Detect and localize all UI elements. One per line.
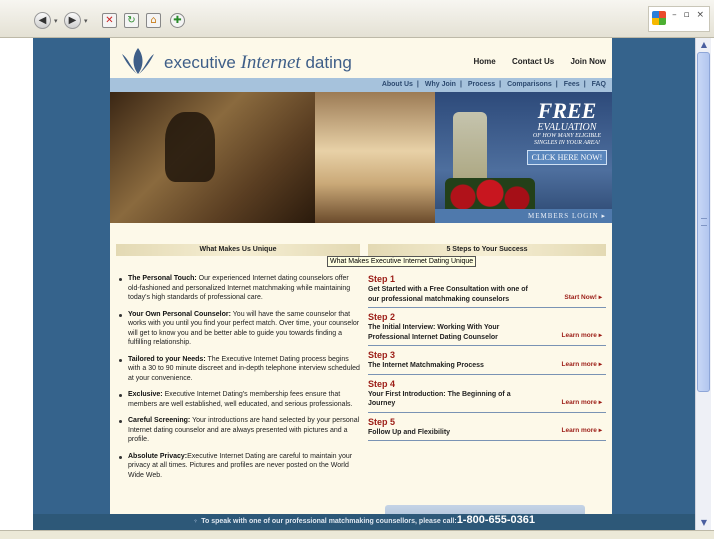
learn-more-link[interactable]: Learn more ▸ (562, 360, 602, 368)
back-dropdown-icon[interactable]: ▾ (54, 17, 58, 25)
item-title: Careful Screening: (128, 417, 191, 424)
home-icon[interactable]: ⌂ (146, 13, 161, 28)
list-item: Tailored to your Needs: The Executive In… (116, 355, 360, 384)
subnav-why-join[interactable]: Why Join (425, 81, 456, 88)
learn-more-link[interactable]: Learn more ▸ (562, 398, 602, 406)
step-2: Step 2 The Initial Interview: Working Wi… (368, 312, 606, 346)
scroll-thumb[interactable] (697, 52, 710, 392)
scroll-down-icon[interactable]: ▼ (696, 516, 712, 530)
nav-contact-link[interactable]: Contact Us (512, 57, 554, 66)
item-body: Executive Internet Dating's membership f… (128, 391, 353, 408)
learn-more-link[interactable]: Learn more ▸ (562, 331, 602, 339)
item-title: Tailored to your Needs: (128, 355, 206, 363)
singles-line: SINGLES IN YOUR AREA! (533, 140, 601, 146)
champagne-glass-icon (453, 112, 487, 182)
nav-join-link[interactable]: Join Now (570, 57, 606, 66)
window-controls: – ▫ × (648, 6, 710, 32)
subnav-faq[interactable]: FAQ (592, 81, 606, 88)
footer-logo-icon: ♆ (193, 518, 199, 525)
step-title: Follow Up and Flexibility (368, 428, 451, 436)
subnav-fees[interactable]: Fees (564, 81, 580, 88)
step-4: Step 4 Your First Introduction: The Begi… (368, 379, 606, 413)
free-evaluation-text: FREE EVALUATION OF HOW MANY ELIGIBLE SIN… (523, 100, 611, 165)
refresh-icon[interactable]: ↻ (124, 13, 139, 28)
step-title: Get Started with a Free Consultation wit… (368, 286, 528, 303)
learn-more-link[interactable]: Learn more ▸ (562, 426, 602, 434)
step-number: Step 2 (368, 312, 396, 322)
steps-list: Step 1 Get Started with a Free Consultat… (368, 274, 606, 445)
step-number: Step 1 (368, 274, 396, 284)
tooltip: What Makes Executive Internet Dating Uni… (327, 256, 477, 267)
step-title: Your First Introduction: The Beginning o… (368, 390, 511, 408)
hero-banner: FREE EVALUATION OF HOW MANY ELIGIBLE SIN… (110, 92, 612, 223)
logo-word-3: dating (305, 53, 352, 72)
step-title: The Internet Matchmaking Process (368, 362, 484, 369)
step-5: Step 5 Follow Up and Flexibility Learn m… (368, 417, 606, 441)
logo-word-1: executive (164, 53, 236, 72)
start-now-link[interactable]: Start Now! ▸ (564, 293, 602, 301)
couple-photo (110, 92, 315, 223)
list-item: Exclusive: Executive Internet Dating's m… (116, 390, 360, 409)
item-title: Absolute Privacy: (128, 452, 188, 460)
vertical-scrollbar[interactable]: ▲ ▼ (695, 38, 711, 530)
unique-list: The Personal Touch: Our experienced Inte… (116, 274, 360, 487)
free-evaluation-banner[interactable]: FREE EVALUATION OF HOW MANY ELIGIBLE SIN… (435, 92, 612, 223)
stop-icon[interactable]: ✕ (102, 13, 117, 28)
free-heading: FREE (537, 98, 597, 123)
site-container: executive Internet dating Home Contact U… (110, 38, 612, 530)
back-icon[interactable]: ◀ (34, 12, 51, 29)
site-header: executive Internet dating Home Contact U… (110, 38, 612, 78)
site-footer: ♆ To speak with one of our professional m… (33, 514, 695, 530)
forward-icon[interactable]: ▶ (64, 12, 81, 29)
scroll-up-icon[interactable]: ▲ (696, 38, 712, 52)
tulip-logo-icon[interactable] (118, 44, 158, 76)
browser-window: ◀ ▾ ▶ ▾ ✕ ↻ ⌂ ✚ – ▫ × executive Internet… (0, 0, 714, 539)
status-bar (0, 530, 714, 539)
site-logo-text[interactable]: executive Internet dating (164, 52, 352, 74)
step-3: Step 3 The Internet Matchmaking Process … (368, 350, 606, 375)
list-item: Careful Screening: Your introductions ar… (116, 416, 360, 445)
item-title: Exclusive: (128, 391, 163, 398)
click-here-button[interactable]: CLICK HERE NOW! (526, 150, 608, 165)
couple-silhouette (165, 112, 215, 182)
window-buttons[interactable]: – ▫ × (672, 10, 706, 20)
step-1: Step 1 Get Started with a Free Consultat… (368, 274, 606, 308)
eligible-line: OF HOW MANY ELIGIBLE (532, 133, 602, 139)
subnav-comparisons[interactable]: Comparisons (507, 81, 552, 88)
subnav-process[interactable]: Process (468, 81, 495, 88)
item-title: The Personal Touch: (128, 275, 197, 282)
sub-nav: About Us | Why Join | Process | Comparisons… (110, 78, 612, 92)
unique-section-header: What Makes Us Unique (116, 244, 360, 256)
forward-dropdown-icon[interactable]: ▾ (84, 17, 88, 25)
item-title: Your Own Personal Counselor: (128, 310, 231, 318)
list-item: Absolute Privacy:Executive Internet Dati… (116, 452, 360, 481)
list-item: The Personal Touch: Our experienced Inte… (116, 274, 360, 303)
top-nav: Home Contact Us Join Now (460, 57, 607, 66)
members-login-link[interactable]: MEMBERS LOGIN ▸ (435, 209, 612, 223)
windows-logo-icon (652, 11, 666, 25)
browser-toolbar: ◀ ▾ ▶ ▾ ✕ ↻ ⌂ ✚ – ▫ × (0, 0, 714, 38)
steps-section-header: 5 Steps to Your Success (368, 244, 606, 256)
dining-table-photo (315, 92, 435, 223)
list-item: Your Own Personal Counselor: You will ha… (116, 310, 360, 348)
footer-phone[interactable]: 1-800-655-0361 (457, 514, 535, 526)
subnav-about[interactable]: About Us (382, 81, 413, 88)
step-number: Step 4 (368, 378, 396, 389)
logo-word-2: Internet (240, 52, 301, 73)
nav-home-link[interactable]: Home (474, 57, 496, 66)
evaluation-heading: EVALUATION (537, 122, 597, 133)
footer-text: To speak with one of our professional ma… (201, 518, 457, 525)
step-title: The Initial Interview: Working With Your… (368, 324, 500, 341)
favorites-icon[interactable]: ✚ (170, 13, 185, 28)
